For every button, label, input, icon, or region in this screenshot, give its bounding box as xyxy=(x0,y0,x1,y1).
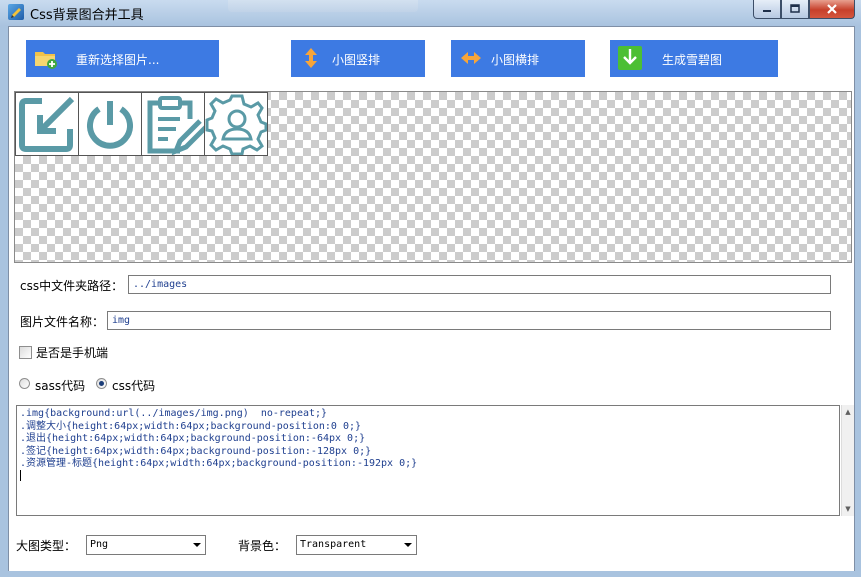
image-type-label: 大图类型： xyxy=(16,539,77,553)
mobile-checkbox[interactable] xyxy=(19,346,32,359)
resize-icon xyxy=(15,92,79,156)
user-settings-icon xyxy=(204,92,268,156)
horizontal-arrows-icon xyxy=(459,46,483,70)
css-code-output[interactable]: .img{background:url(../images/img.png) n… xyxy=(16,405,840,516)
css-folder-input[interactable] xyxy=(128,275,831,294)
bg-color-select[interactable]: Transparent xyxy=(296,535,417,555)
code-line: .签记{height:64px;width:64px;background-po… xyxy=(20,445,372,457)
reselect-images-button[interactable]: 重新选择图片... xyxy=(26,40,219,77)
bg-color-label: 背景色： xyxy=(238,539,287,553)
code-scrollbar[interactable]: ▲ ▼ xyxy=(841,405,854,516)
chevron-down-icon xyxy=(404,543,412,547)
code-line: .资源管理-标题{height:64px;width:64px;backgrou… xyxy=(20,458,418,469)
app-icon xyxy=(8,4,24,20)
horizontal-layout-label: 小图横排 xyxy=(491,53,540,67)
title-bar: Css背景图合并工具 xyxy=(0,0,861,26)
open-folder-icon xyxy=(34,46,58,70)
image-type-select[interactable]: Png xyxy=(86,535,206,555)
sass-radio-label: sass代码 xyxy=(35,379,86,393)
code-line: .调整大小{height:64px;width:64px;background-… xyxy=(20,420,362,432)
horizontal-layout-button[interactable]: 小图横排 xyxy=(451,40,585,77)
scroll-down-icon[interactable]: ▼ xyxy=(843,504,853,514)
sprite-preview xyxy=(14,91,852,263)
vertical-layout-label: 小图竖排 xyxy=(332,53,381,67)
window-title: Css背景图合并工具 xyxy=(30,8,144,23)
sass-radio[interactable] xyxy=(19,378,30,389)
minimize-icon[interactable] xyxy=(753,0,781,19)
image-name-label: 图片文件名称： xyxy=(20,315,105,329)
main-window: 重新选择图片... 小图竖排 小图横排 生成雪碧图 css中文件夹路径： ../… xyxy=(8,26,855,573)
background-window-tab xyxy=(228,0,418,12)
css-radio[interactable] xyxy=(96,378,107,389)
bg-color-value: Transparent xyxy=(300,539,367,550)
css-folder-label: css中文件夹路径： xyxy=(20,279,124,293)
close-icon[interactable] xyxy=(809,0,855,19)
clipboard-edit-icon xyxy=(141,92,205,156)
image-type-value: Png xyxy=(90,539,109,550)
code-line: .img{background:url(../images/img.png) n… xyxy=(20,408,328,419)
download-arrow-icon xyxy=(618,46,642,70)
generate-sprite-button[interactable]: 生成雪碧图 xyxy=(610,40,778,77)
text-caret xyxy=(20,470,21,481)
mobile-checkbox-label: 是否是手机端 xyxy=(36,346,109,360)
vertical-layout-button[interactable]: 小图竖排 xyxy=(291,40,425,77)
reselect-images-label: 重新选择图片... xyxy=(76,53,160,67)
css-radio-label: css代码 xyxy=(112,379,156,393)
chevron-down-icon xyxy=(193,543,201,547)
scroll-up-icon[interactable]: ▲ xyxy=(843,407,853,417)
vertical-arrows-icon xyxy=(299,46,323,70)
power-icon xyxy=(78,92,142,156)
generate-sprite-label: 生成雪碧图 xyxy=(662,53,723,67)
image-name-input[interactable] xyxy=(107,311,831,330)
window-bottom-border xyxy=(0,571,861,577)
maximize-icon[interactable] xyxy=(781,0,809,19)
code-line: .退出{height:64px;width:64px;background-po… xyxy=(20,433,366,444)
sprite-strip xyxy=(15,92,268,156)
